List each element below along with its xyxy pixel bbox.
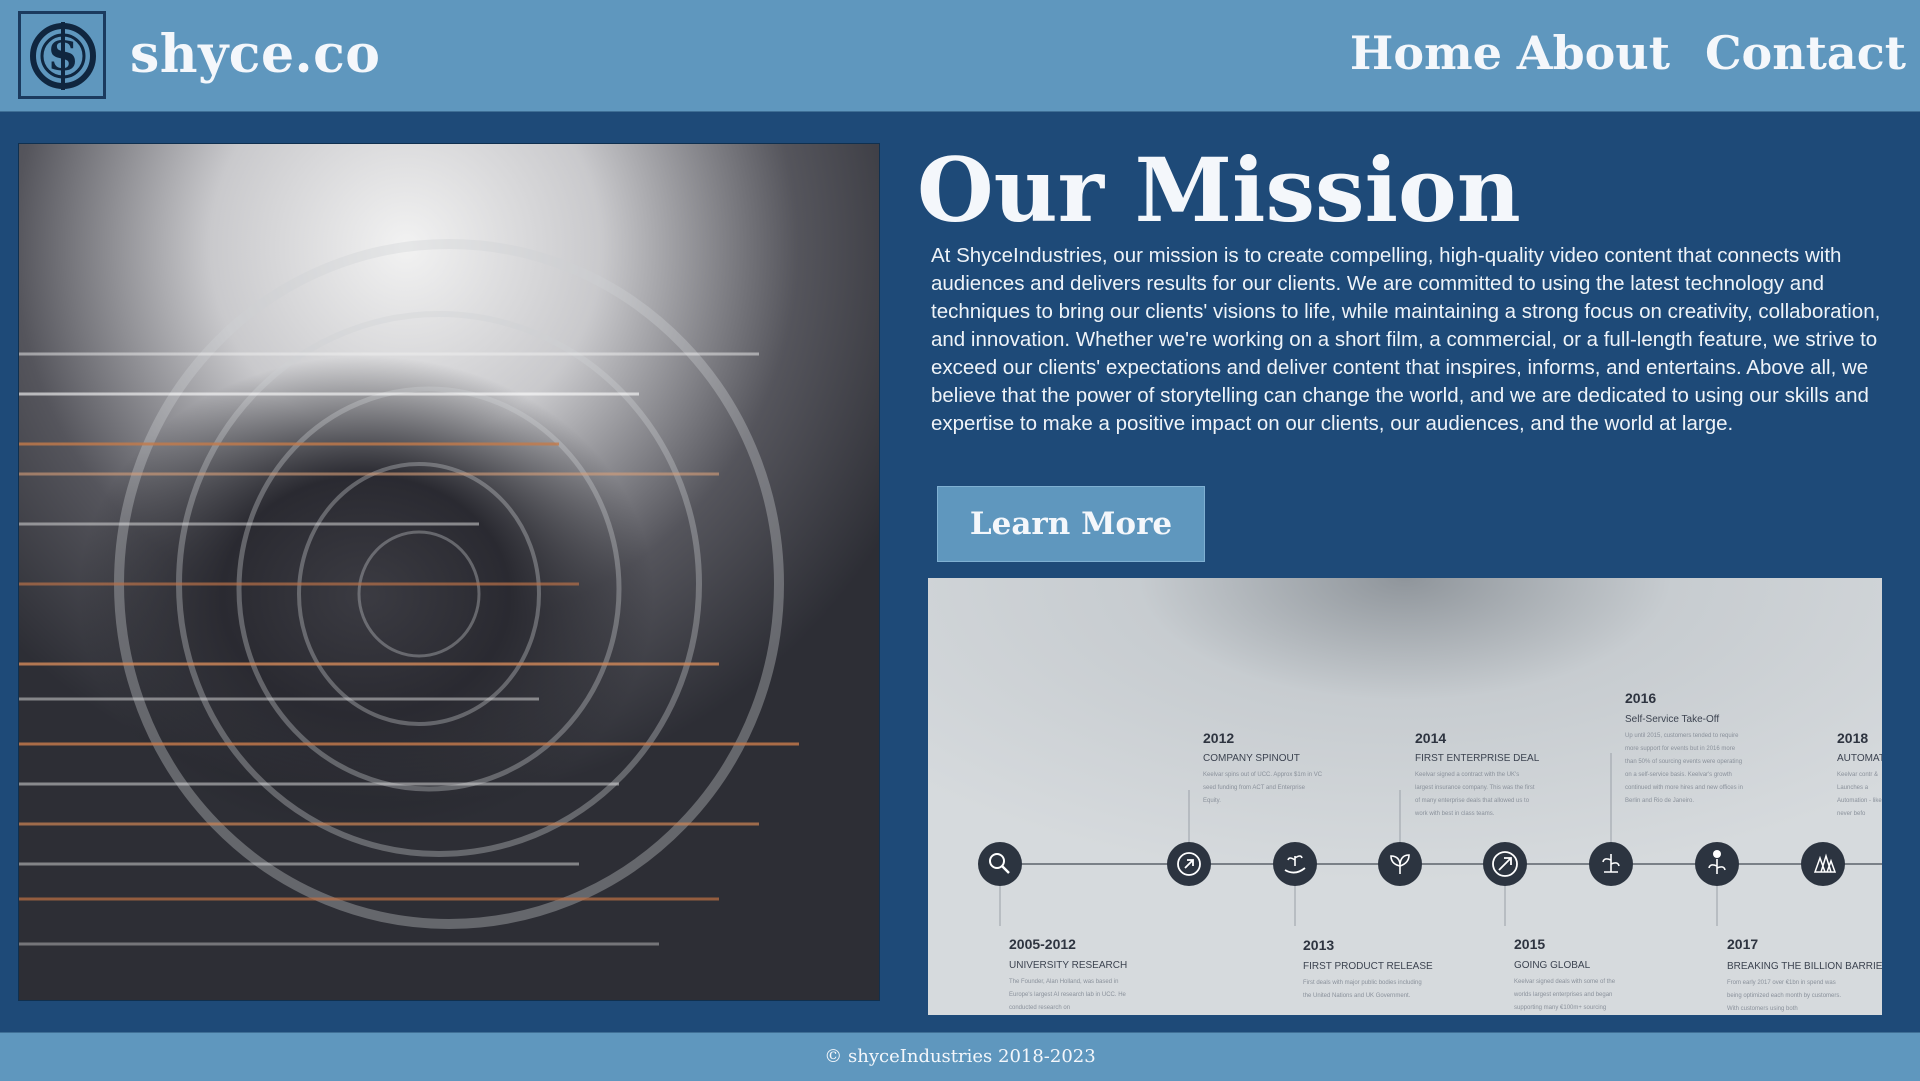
timeline-year: 2012 (1203, 730, 1235, 746)
nav-home-link[interactable]: Home (1350, 26, 1502, 80)
plant-pot-icon (1589, 842, 1633, 886)
arrow-circle-icon (1167, 842, 1211, 886)
timeline-heading: GOING GLOBAL (1514, 960, 1591, 971)
timeline-year: 2016 (1625, 690, 1657, 706)
timeline-year: 2005-2012 (1009, 936, 1076, 952)
brand-name[interactable]: shyce.co (130, 24, 381, 85)
timeline-desc: Keelvar spins out of UCC. Approx $1m in … (1203, 772, 1323, 804)
trees-icon (1801, 842, 1845, 886)
timeline-desc: From early 2017 over €1bn in spend was b… (1727, 980, 1842, 1012)
timeline-desc: Keelvar signed a contract with the UK's … (1415, 772, 1535, 817)
timeline-desc: The Founder, Alan Holland, was based in … (1009, 979, 1126, 1011)
mission-body: At ShyceIndustries, our mission is to cr… (931, 244, 1881, 435)
timeline-desc: Keelvar signed deals with some of the wo… (1514, 979, 1616, 1011)
timeline-heading: AUTOMAT (1837, 753, 1882, 764)
copyright-text: © shyceIndustries 2018-2023 (824, 1046, 1096, 1067)
timeline-heading: UNIVERSITY RESEARCH (1009, 960, 1128, 971)
company-timeline-image: 2012 COMPANY SPINOUT Keelvar spins out o… (928, 578, 1882, 1015)
hero-camera-lens-image (18, 143, 880, 1001)
timeline-desc: Keelvar contr & Launches a Automation - … (1837, 772, 1882, 817)
nav-contact-link[interactable]: Contact (1705, 26, 1906, 80)
nav-about-link[interactable]: About (1517, 26, 1670, 80)
arrow-up-right-icon (1483, 842, 1527, 886)
logo[interactable]: S (18, 11, 106, 99)
site-footer: © shyceIndustries 2018-2023 (0, 1032, 1920, 1081)
timeline-heading: FIRST PRODUCT RELEASE (1303, 961, 1433, 972)
timeline-heading: BREAKING THE BILLION BARRIER (1727, 961, 1882, 972)
hand-plant-icon (1273, 842, 1317, 886)
sprout-icon (1378, 842, 1422, 886)
timeline-heading: FIRST ENTERPRISE DEAL (1415, 753, 1540, 764)
timeline-desc: First deals with major public bodies inc… (1303, 980, 1422, 999)
timeline-heading: COMPANY SPINOUT (1203, 753, 1300, 764)
learn-more-button[interactable]: Learn More (937, 486, 1205, 562)
timeline-year: 2015 (1514, 936, 1546, 952)
shyce-s-logo-icon: S (30, 22, 96, 90)
mission-title: Our Mission (917, 138, 1521, 242)
plant-bulb-icon (1695, 842, 1739, 886)
timeline-year: 2018 (1837, 730, 1869, 746)
timeline-heading: Self-Service Take-Off (1625, 714, 1720, 725)
timeline-desc: Up until 2015, customers tended to requi… (1625, 733, 1743, 804)
timeline-year: 2017 (1727, 936, 1759, 952)
site-header: S shyce.co Home About Contact (0, 0, 1920, 112)
timeline-year: 2014 (1415, 730, 1447, 746)
magnifier-icon (978, 842, 1022, 886)
timeline-year: 2013 (1303, 937, 1335, 953)
